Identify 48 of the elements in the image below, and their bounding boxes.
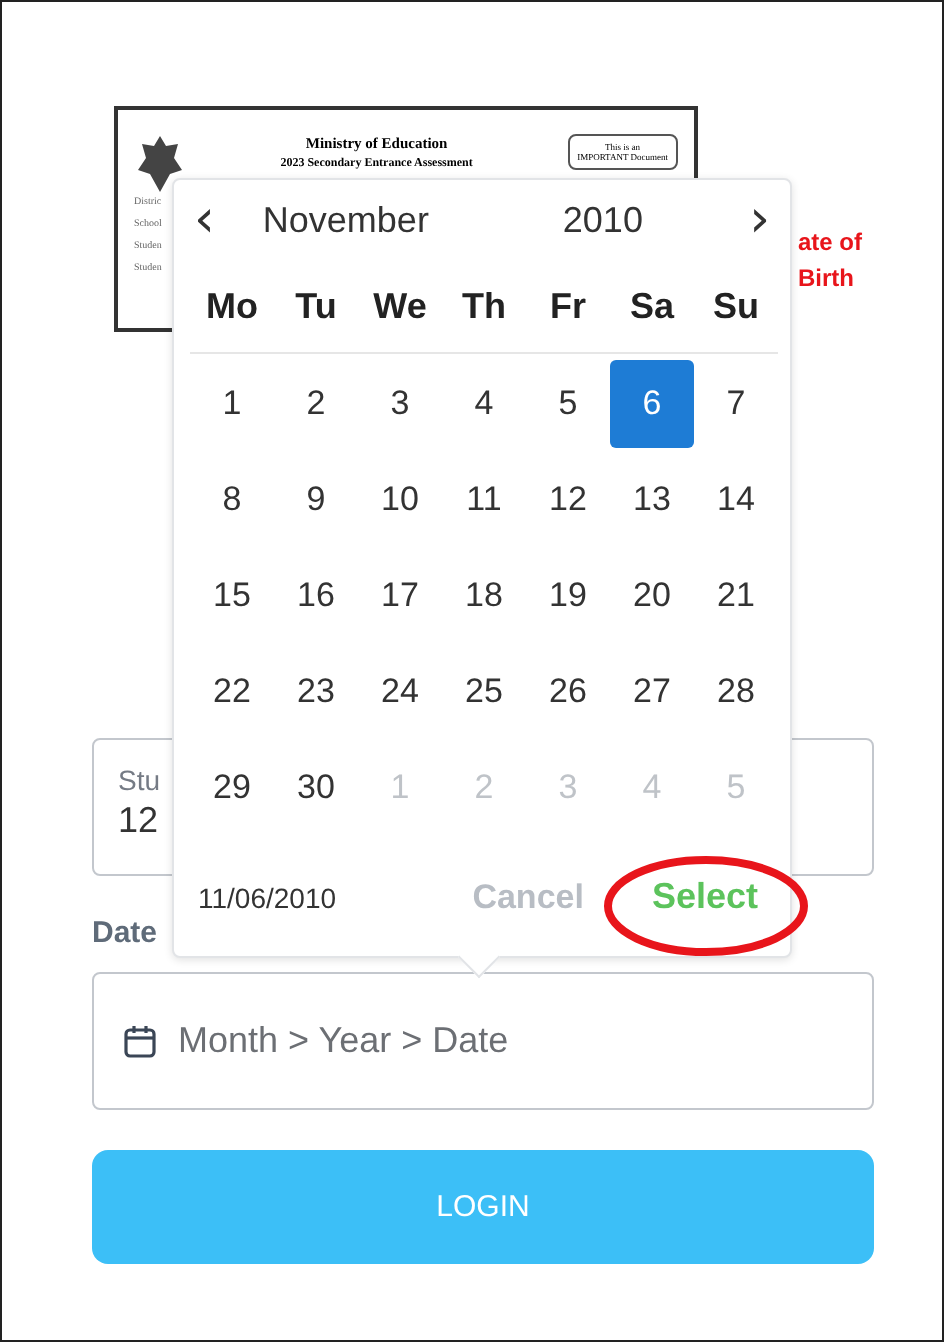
calendar-day[interactable]: 27 xyxy=(610,648,694,736)
calendar-day[interactable]: 8 xyxy=(190,456,274,544)
date-input-field[interactable]: Month > Year > Date xyxy=(92,972,874,1110)
weekday-header: Th xyxy=(442,260,526,354)
calendar-day[interactable]: 20 xyxy=(610,552,694,640)
calendar-day[interactable]: 25 xyxy=(442,648,526,736)
calendar-day[interactable]: 2 xyxy=(274,360,358,448)
calendar-day[interactable]: 5 xyxy=(526,360,610,448)
calendar-day[interactable]: 9 xyxy=(274,456,358,544)
coat-of-arms-icon xyxy=(134,134,186,194)
weekday-header: Tu xyxy=(274,260,358,354)
month-selector[interactable]: November xyxy=(262,199,563,241)
calendar-day[interactable]: 29 xyxy=(190,744,274,832)
weekday-header: We xyxy=(358,260,442,354)
calendar-day[interactable]: 30 xyxy=(274,744,358,832)
calendar-day[interactable]: 6 xyxy=(610,360,694,448)
calendar-day[interactable]: 1 xyxy=(190,360,274,448)
weekday-header: Fr xyxy=(526,260,610,354)
calendar-day[interactable]: 11 xyxy=(442,456,526,544)
calendar-day[interactable]: 3 xyxy=(358,360,442,448)
calendar-day[interactable]: 26 xyxy=(526,648,610,736)
weekday-header: Su xyxy=(694,260,778,354)
calendar-day[interactable]: 13 xyxy=(610,456,694,544)
calendar-day[interactable]: 19 xyxy=(526,552,610,640)
calendar-icon xyxy=(124,1024,156,1058)
calendar-day[interactable]: 21 xyxy=(694,552,778,640)
calendar-day[interactable]: 23 xyxy=(274,648,358,736)
calendar-day[interactable]: 4 xyxy=(442,360,526,448)
calendar-day[interactable]: 14 xyxy=(694,456,778,544)
calendar-day[interactable]: 17 xyxy=(358,552,442,640)
calendar-day[interactable]: 15 xyxy=(190,552,274,640)
calendar-day[interactable]: 18 xyxy=(442,552,526,640)
date-of-birth-note: ate of xyxy=(798,225,863,259)
calendar-day[interactable]: 28 xyxy=(694,648,778,736)
weekday-header: Mo xyxy=(190,260,274,354)
calendar-day[interactable]: 12 xyxy=(526,456,610,544)
date-label: Date xyxy=(92,916,158,950)
year-selector[interactable]: 2010 xyxy=(562,199,742,241)
calendar-day[interactable]: 7 xyxy=(694,360,778,448)
calendar-day[interactable]: 24 xyxy=(358,648,442,736)
next-month-button[interactable]: › xyxy=(741,194,778,246)
selected-date-text: 11/06/2010 xyxy=(198,881,339,913)
weekday-header: Sa xyxy=(610,260,694,354)
calendar-day[interactable]: 22 xyxy=(190,648,274,736)
calendar-day[interactable]: 10 xyxy=(358,456,442,544)
date-of-birth-note: Birth xyxy=(798,261,854,295)
previous-month-button[interactable]: ‹ xyxy=(186,194,223,246)
calendar-day[interactable]: 16 xyxy=(274,552,358,640)
